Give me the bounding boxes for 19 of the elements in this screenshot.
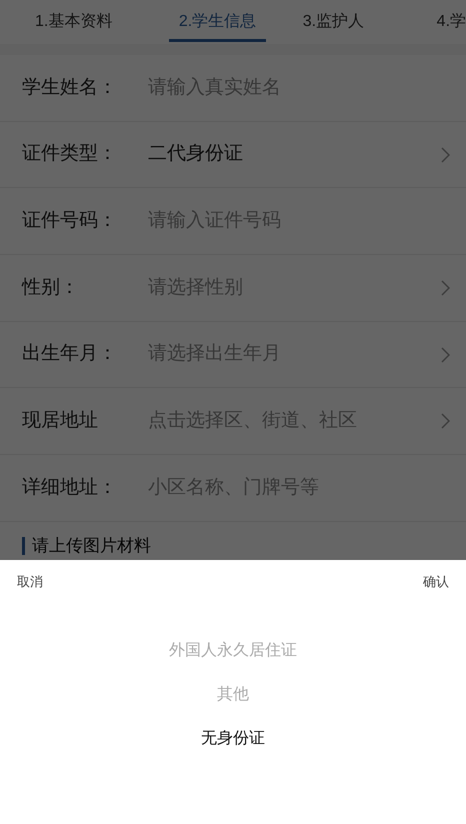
section-title: 请上传图片材料 (32, 536, 151, 556)
field-label: 现居地址 (22, 409, 99, 434)
step-tab[interactable]: 3.监护人 (302, 0, 437, 44)
step-tab[interactable]: 4.学 (436, 0, 466, 44)
field-label: 详细地址： (22, 476, 118, 500)
picker-option[interactable]: 其他 (217, 682, 249, 708)
field-label: 出生年月： (22, 342, 118, 366)
confirm-button[interactable]: 确认 (423, 572, 449, 592)
field-label: 证件号码： (22, 208, 118, 233)
step-tab[interactable]: 1.基本资料 (35, 0, 169, 44)
accent-bar (22, 536, 25, 555)
field-label: 证件类型： (22, 142, 118, 166)
step-tab[interactable]: 2.学生信息 (168, 0, 303, 44)
picker-option[interactable]: 外国人永久居住证 (169, 638, 297, 664)
cancel-button[interactable]: 取消 (17, 572, 43, 592)
field-value[interactable]: 二代身份证 (148, 140, 441, 169)
picker-option[interactable]: 无身份证 (201, 726, 265, 752)
field-label: 性别： (22, 276, 80, 300)
field-label: 学生姓名： (22, 76, 118, 100)
